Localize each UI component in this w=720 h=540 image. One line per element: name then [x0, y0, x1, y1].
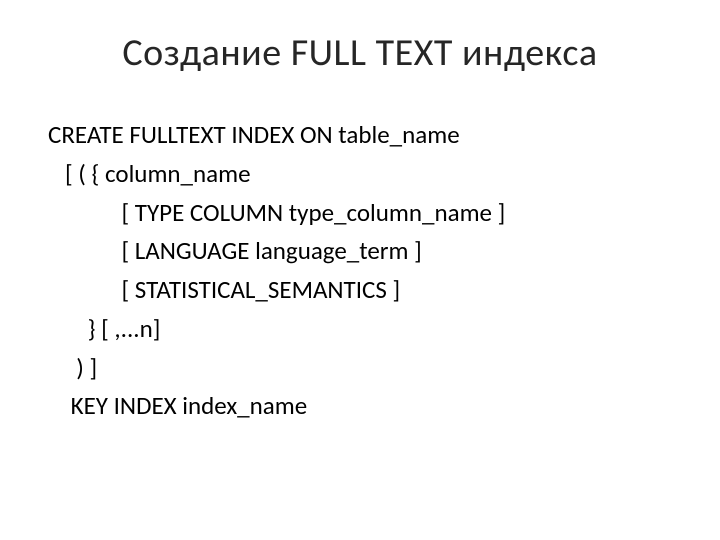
code-line: } [ ,...n] — [48, 310, 680, 349]
slide-content: CREATE FULLTEXT INDEX ON table_name [ ( … — [40, 116, 680, 426]
code-line: [ ( { column_name — [48, 155, 680, 194]
code-line: [ TYPE COLUMN type_column_name ] — [48, 194, 680, 233]
slide-container: Создание FULL TEXT индекса CREATE FULLTE… — [0, 0, 720, 540]
slide-title: Создание FULL TEXT индекса — [40, 30, 680, 76]
code-line: KEY INDEX index_name — [48, 387, 680, 426]
code-line: [ LANGUAGE language_term ] — [48, 232, 680, 271]
code-line: CREATE FULLTEXT INDEX ON table_name — [48, 116, 680, 155]
code-line: [ STATISTICAL_SEMANTICS ] — [48, 271, 680, 310]
code-line: ) ] — [48, 349, 680, 388]
